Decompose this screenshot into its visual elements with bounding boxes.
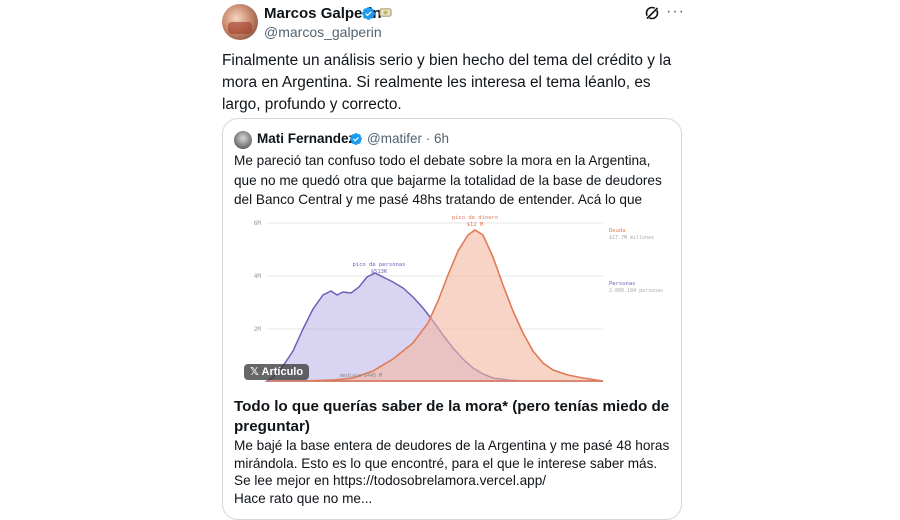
tweet: Marcos Galperin @marcos_galperin ··· Fin…	[0, 0, 900, 520]
legend-people-title: Personas	[609, 281, 636, 287]
author-handle[interactable]: @marcos_galperin	[264, 24, 382, 40]
quoted-author-name[interactable]: Mati Fernandez	[257, 131, 355, 146]
peak-money-value: $12 M	[467, 222, 484, 228]
tweet-text: Finalmente un análisis serio y bien hech…	[222, 52, 672, 113]
peak-money-label: pico de dinero	[452, 215, 498, 221]
author-avatar[interactable]	[222, 4, 258, 40]
y-tick: 4M	[254, 273, 262, 280]
y-tick: 2M	[254, 326, 262, 333]
more-options-button[interactable]: ···	[666, 3, 685, 21]
affiliate-badge-icon	[379, 8, 392, 17]
quoted-handle-time[interactable]: @matifer · 6h	[367, 131, 449, 146]
peak-people-label: pico de personas	[353, 262, 406, 268]
median-label: mediana $445 M	[340, 373, 382, 379]
article-badge-label: Artículo	[261, 366, 304, 378]
x-logo-icon: 𝕏	[250, 366, 262, 378]
verified-badge-icon	[362, 7, 375, 20]
legend-debt-title: Deuda	[609, 228, 626, 234]
quoted-tweet[interactable]: Mati Fernandez @matifer · 6h Me pareció …	[222, 118, 682, 520]
article-badge: 𝕏 Artículo	[244, 364, 310, 380]
quoted-author-avatar[interactable]	[234, 131, 252, 149]
article-description: Me bajé la base entera de deudores de la…	[234, 438, 670, 506]
verified-badge-icon	[350, 133, 362, 145]
legend-debt-sub: $17.7M millones	[609, 235, 654, 241]
legend-people-sub: 2.000.184 personas	[609, 288, 663, 294]
article-cover-image[interactable]: 6M 4M 2M pico de personas $513K pico de …	[223, 211, 681, 386]
article-title[interactable]: Todo lo que querías saber de la mora* (p…	[234, 397, 674, 437]
article-cover-chart: 6M 4M 2M pico de personas $513K pico de …	[254, 215, 663, 382]
peak-people-value: $513K	[371, 269, 388, 275]
grok-icon[interactable]	[644, 5, 660, 21]
y-tick: 6M	[254, 220, 262, 227]
